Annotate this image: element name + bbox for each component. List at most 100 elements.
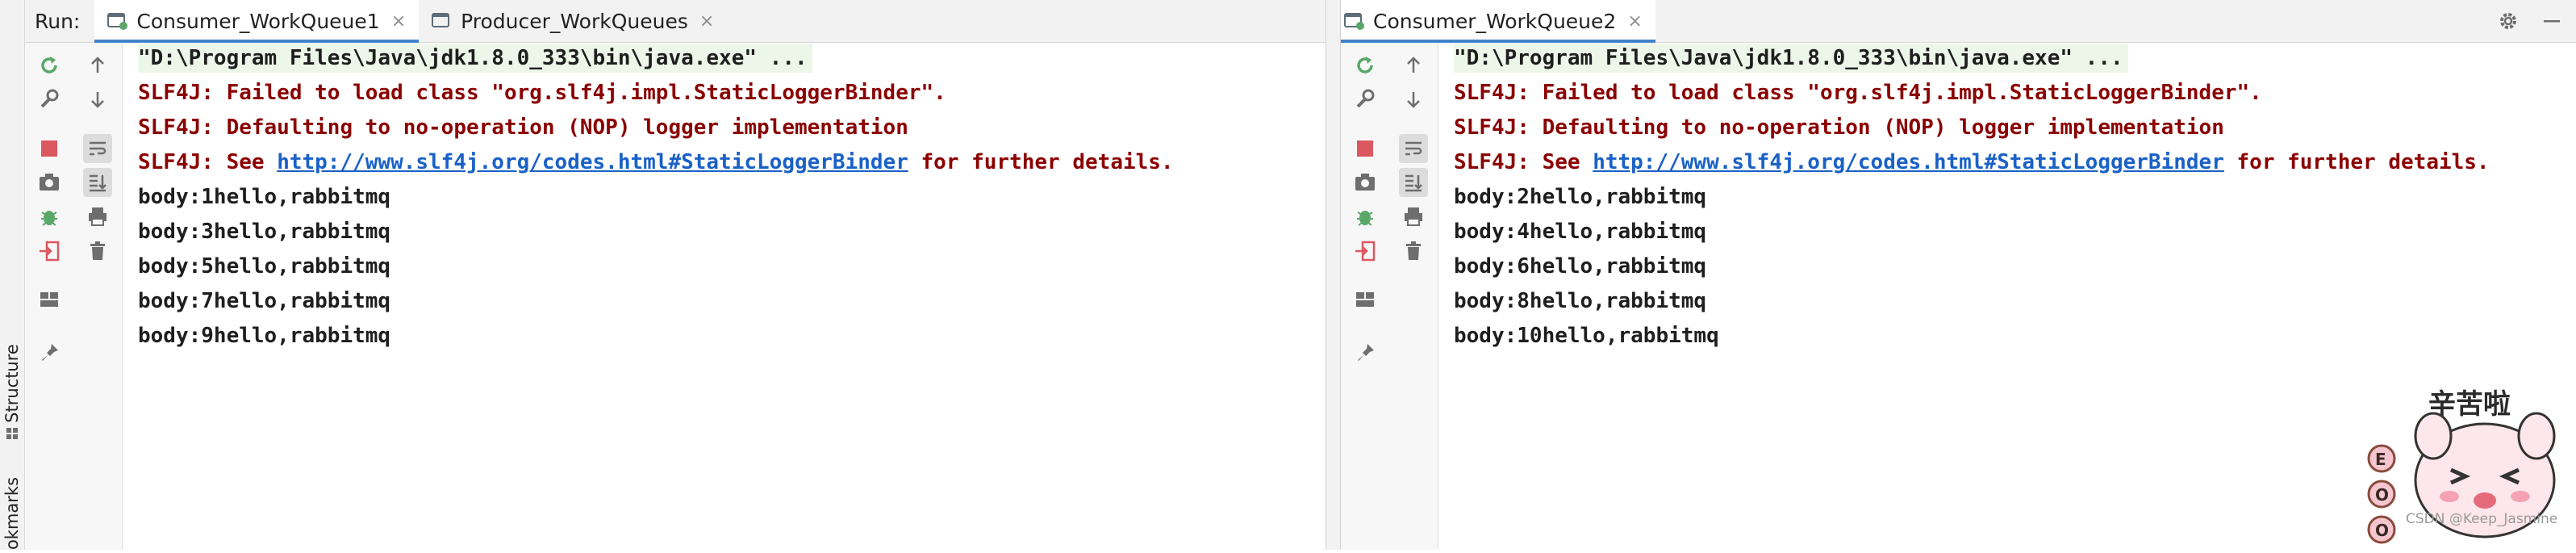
scroll-to-end-button[interactable] xyxy=(1399,168,1428,197)
tab-producer-workqueues[interactable]: Producer_WorkQueues × xyxy=(419,0,727,42)
previous-occurrence-button[interactable] xyxy=(83,51,112,80)
output-line: body:6hello,rabbitmq xyxy=(1454,254,1707,279)
previous-occurrence-button[interactable] xyxy=(1399,51,1428,80)
debug-button[interactable] xyxy=(1351,202,1380,231)
slf4j-failed-line: SLF4J: Failed to load class "org.slf4j.i… xyxy=(138,81,946,105)
soft-wrap-button[interactable] xyxy=(1399,134,1428,163)
run-toolbar-primary xyxy=(25,43,74,550)
exit-icon xyxy=(1355,241,1376,262)
pin-icon xyxy=(42,344,58,361)
run-toolbar-secondary xyxy=(1389,43,1438,550)
output-line: body:2hello,rabbitmq xyxy=(1454,185,1707,209)
tab-label: Consumer_WorkQueue1 xyxy=(136,9,380,33)
tab-consumer-workqueue1[interactable]: Consumer_WorkQueue1 × xyxy=(94,0,420,43)
output-line: body:7hello,rabbitmq xyxy=(138,289,391,313)
panel-splitter[interactable] xyxy=(1326,0,1341,550)
settings-button[interactable] xyxy=(1351,85,1380,114)
slf4j-see-suffix: for further details. xyxy=(908,150,1174,174)
debug-button[interactable] xyxy=(35,202,64,231)
soft-wrap-icon xyxy=(1405,141,1422,156)
slf4j-default-line: SLF4J: Defaulting to no-operation (NOP) … xyxy=(1454,115,2224,140)
screenshot-button[interactable] xyxy=(35,168,64,197)
bookmarks-tool-tab[interactable]: okmarks xyxy=(0,476,24,550)
console-output-left[interactable]: "D:\Program Files\Java\jdk1.8.0_333\bin\… xyxy=(123,43,1326,550)
gear-icon[interactable] xyxy=(2497,10,2520,32)
run-config-icon xyxy=(1344,13,1364,30)
stop-button[interactable] xyxy=(1351,134,1380,163)
close-icon[interactable]: × xyxy=(391,11,406,31)
pin-icon xyxy=(1358,344,1374,361)
camera-icon xyxy=(1355,174,1375,191)
stop-icon xyxy=(1357,140,1373,157)
rerun-button[interactable] xyxy=(1351,51,1380,80)
soft-wrap-button[interactable] xyxy=(83,134,112,163)
pin-button[interactable] xyxy=(35,338,64,367)
rerun-icon xyxy=(1357,57,1373,73)
minimize-icon[interactable] xyxy=(2542,11,2561,31)
slf4j-default-line: SLF4J: Defaulting to no-operation (NOP) … xyxy=(138,115,908,140)
output-line: body:5hello,rabbitmq xyxy=(138,254,391,279)
trash-icon xyxy=(90,241,105,260)
layout-icon xyxy=(1356,292,1374,307)
arrow-up-icon xyxy=(1407,57,1420,73)
output-line: body:8hello,rabbitmq xyxy=(1454,289,1707,313)
slf4j-see-line: SLF4J: See http://www.slf4j.org/codes.ht… xyxy=(138,148,1174,177)
next-occurrence-button[interactable] xyxy=(1399,85,1428,114)
sticker-letter: O xyxy=(2375,485,2389,505)
print-icon xyxy=(1405,207,1422,226)
sticker-watermark: CSDN @Keep_Jasmine xyxy=(2406,511,2557,527)
output-line: body:10hello,rabbitmq xyxy=(1454,324,1719,348)
scroll-to-end-icon xyxy=(90,174,106,192)
settings-button[interactable] xyxy=(35,85,64,114)
structure-tool-tab[interactable]: Structure xyxy=(0,323,24,444)
close-icon[interactable]: × xyxy=(699,11,714,31)
run-toolbar-secondary xyxy=(73,43,123,550)
arrow-down-icon xyxy=(1407,92,1420,108)
scroll-to-end-button[interactable] xyxy=(83,168,112,197)
output-line: body:9hello,rabbitmq xyxy=(138,324,391,348)
output-line: body:4hello,rabbitmq xyxy=(1454,220,1707,244)
run-config-icon xyxy=(107,13,128,30)
structure-tab-label: Structure xyxy=(2,344,23,423)
layout-button[interactable] xyxy=(1351,285,1380,314)
run-config-icon xyxy=(432,13,450,27)
layout-button[interactable] xyxy=(35,285,64,314)
slf4j-see-line: SLF4J: See http://www.slf4j.org/codes.ht… xyxy=(1454,148,2490,177)
slf4j-see-prefix: SLF4J: See xyxy=(138,150,278,174)
exit-button[interactable] xyxy=(1351,237,1380,266)
next-occurrence-button[interactable] xyxy=(83,85,112,114)
left-tool-strip: Structure okmarks xyxy=(0,0,25,550)
bug-icon xyxy=(1357,211,1373,226)
slf4j-codes-link[interactable]: http://www.slf4j.org/codes.html#StaticLo… xyxy=(277,150,908,174)
camera-icon xyxy=(40,174,59,191)
slf4j-see-suffix: for further details. xyxy=(2223,150,2490,174)
sticker-letter: O xyxy=(2375,521,2389,540)
run-panel-left: Run: Consumer_WorkQueue1 × Producer_Work… xyxy=(25,0,1326,550)
run-tab-bar-left: Run: Consumer_WorkQueue1 × Producer_Work… xyxy=(25,0,1326,43)
exit-button[interactable] xyxy=(35,237,64,266)
bug-icon xyxy=(41,211,57,226)
command-line: "D:\Program Files\Java\jdk1.8.0_333\bin\… xyxy=(138,44,812,73)
stop-button[interactable] xyxy=(35,134,64,163)
clear-all-button[interactable] xyxy=(83,237,112,266)
tab-consumer-workqueue2[interactable]: Consumer_WorkQueue2 × xyxy=(1341,0,1655,43)
sticker-letter: E xyxy=(2375,450,2386,469)
pin-button[interactable] xyxy=(1351,338,1380,367)
close-icon[interactable]: × xyxy=(1627,11,1642,31)
window-controls xyxy=(2497,0,2561,42)
soft-wrap-icon xyxy=(90,141,106,156)
output-line: body:1hello,rabbitmq xyxy=(138,185,391,209)
run-toolbar-primary xyxy=(1341,43,1390,550)
rerun-button[interactable] xyxy=(35,51,64,80)
screenshot-button[interactable] xyxy=(1351,168,1380,197)
tab-label: Producer_WorkQueues xyxy=(461,9,688,33)
slf4j-codes-link[interactable]: http://www.slf4j.org/codes.html#StaticLo… xyxy=(1593,150,2224,174)
bookmarks-tab-label: okmarks xyxy=(2,476,23,550)
print-icon xyxy=(89,207,106,226)
clear-all-button[interactable] xyxy=(1399,237,1428,266)
run-tab-bar-right: Consumer_WorkQueue2 × xyxy=(1341,0,2576,43)
sticker-graphic: 辛苦啦 E O O CSDN @Keep_Jasmine xyxy=(2367,388,2557,544)
print-button[interactable] xyxy=(1399,202,1428,231)
stop-icon xyxy=(41,140,57,157)
print-button[interactable] xyxy=(83,202,112,231)
